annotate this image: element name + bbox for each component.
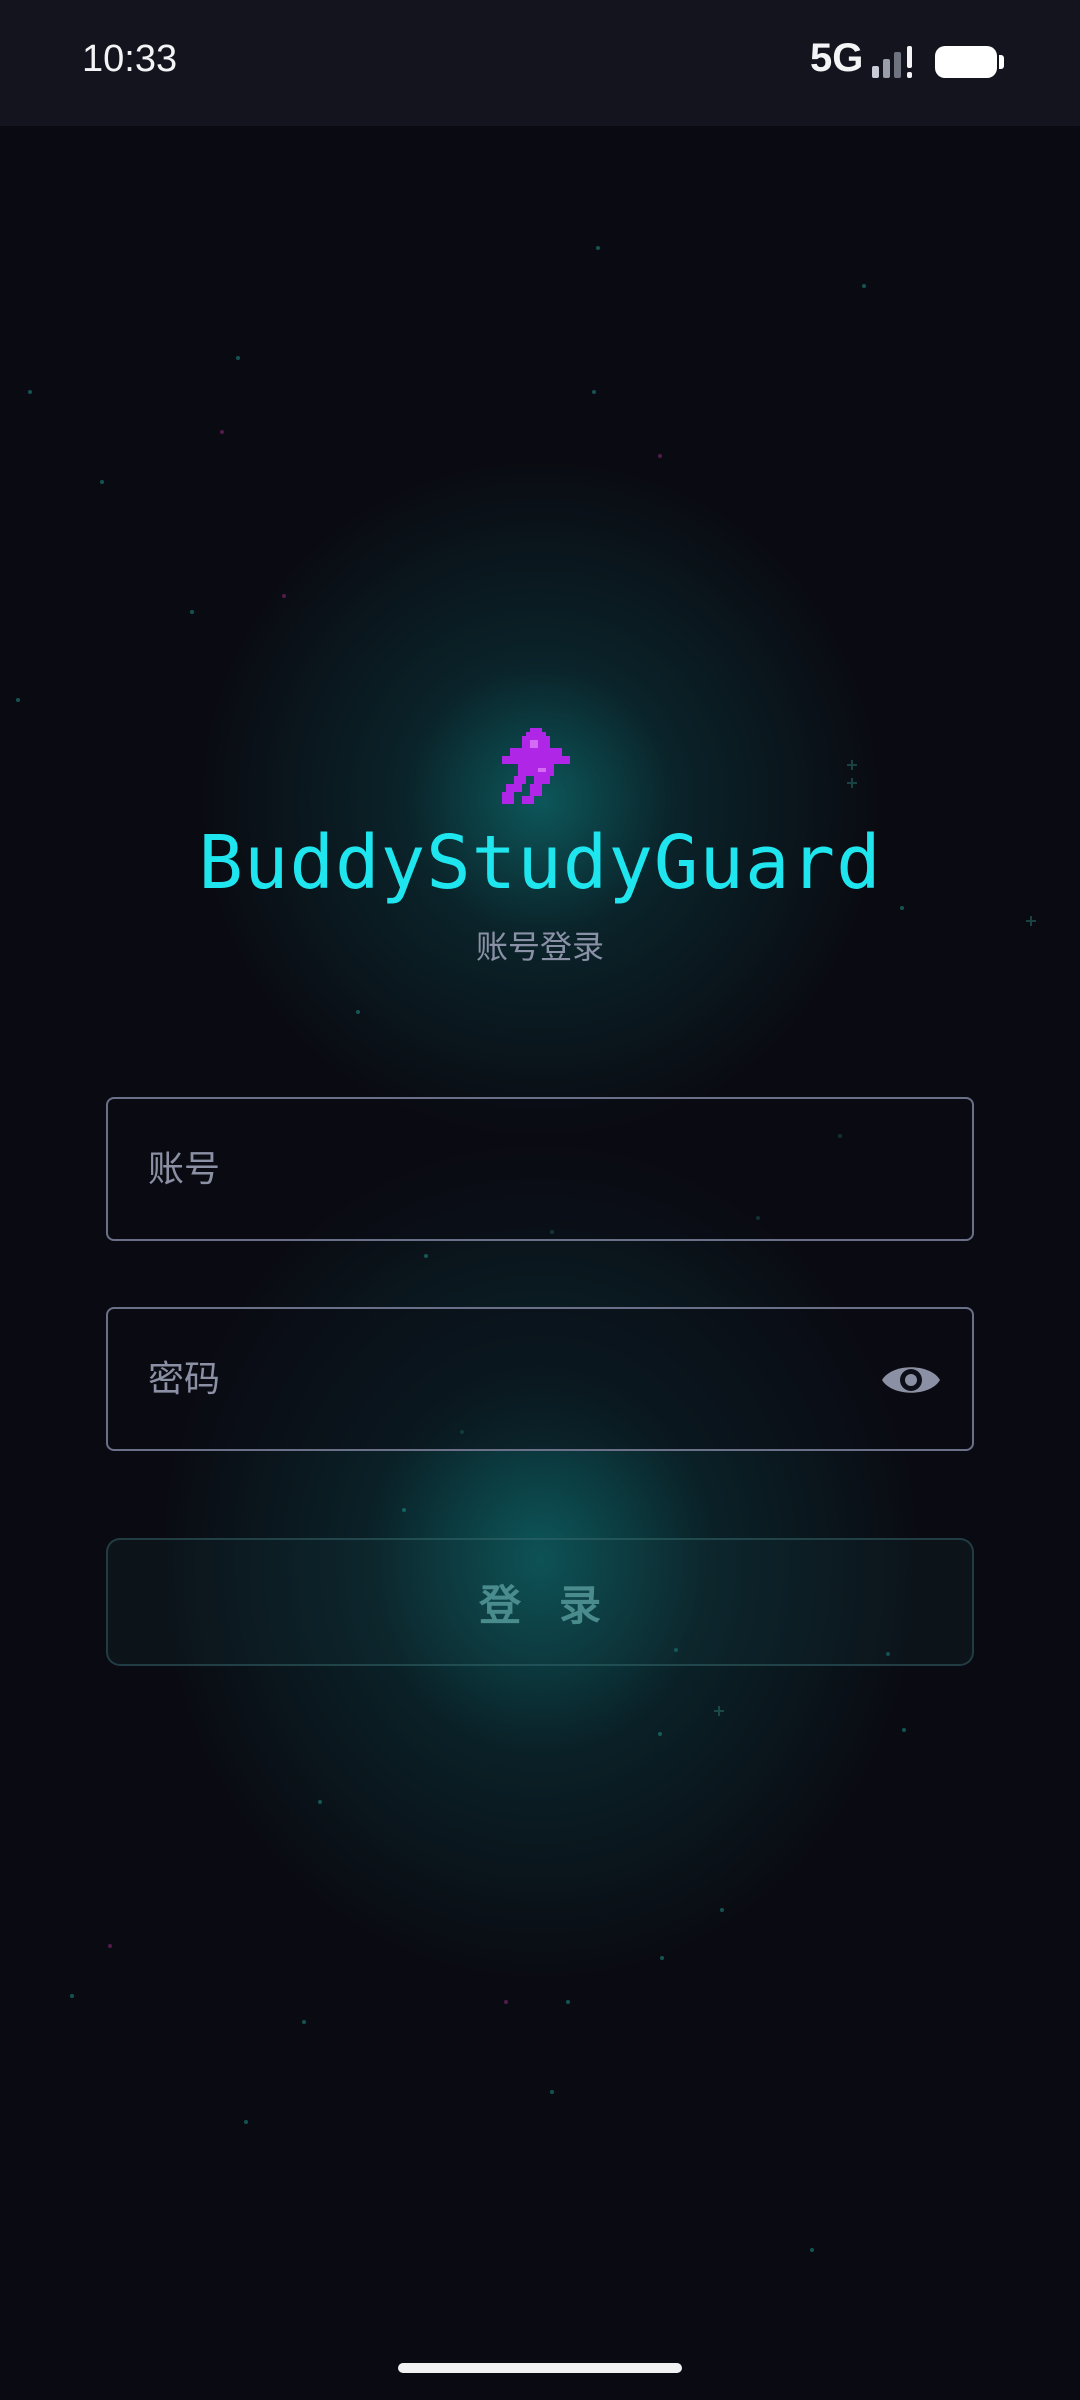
account-input[interactable]	[148, 1099, 908, 1239]
status-bar: 10:33 5G	[0, 0, 1080, 126]
status-time: 10:33	[82, 38, 178, 80]
network-type: 5G	[810, 36, 864, 80]
account-field[interactable]	[106, 1097, 974, 1241]
password-field[interactable]	[106, 1307, 974, 1451]
signal-bars-icon	[872, 46, 912, 78]
page-subtitle: 账号登录	[475, 928, 604, 966]
login-button[interactable]: 登录	[106, 1538, 974, 1666]
app-title: BuddyStudyGuard	[198, 820, 882, 906]
eye-icon[interactable]	[880, 1351, 942, 1409]
home-indicator[interactable]	[398, 2363, 682, 2373]
password-input[interactable]	[148, 1309, 908, 1449]
pixel-rocket-icon	[502, 728, 570, 804]
battery-icon	[935, 46, 1004, 78]
